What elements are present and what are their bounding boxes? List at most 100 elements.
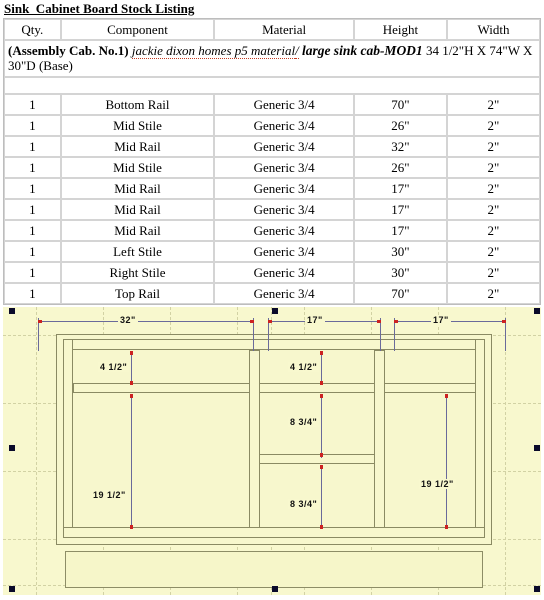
cell-material[interactable]: Generic 3/4 xyxy=(214,283,354,304)
cell-qty[interactable]: 1 xyxy=(4,241,61,262)
toe-kick-board[interactable] xyxy=(65,551,483,588)
table-row[interactable]: 1 Top Rail Generic 3/4 70" 2" xyxy=(4,283,540,304)
cell-material[interactable]: Generic 3/4 xyxy=(214,262,354,283)
cell-qty[interactable]: 1 xyxy=(4,94,61,115)
cell-width[interactable]: 2" xyxy=(446,94,540,115)
cell-component[interactable]: Right Stile xyxy=(60,262,215,283)
right-stile[interactable] xyxy=(475,339,485,538)
cell-component[interactable]: Mid Rail xyxy=(60,199,215,220)
spacer-row xyxy=(4,77,540,94)
table-row[interactable]: 1 Mid Stile Generic 3/4 26" 2" xyxy=(4,115,540,136)
cell-qty[interactable]: 1 xyxy=(4,157,61,178)
cell-width[interactable]: 2" xyxy=(446,220,540,241)
dim-endpoint xyxy=(130,394,133,398)
mid-rail-middle-upper[interactable] xyxy=(259,383,375,393)
assembly-label: (Assembly Cab. No.1) xyxy=(8,43,129,58)
cell-qty[interactable]: 1 xyxy=(4,220,61,241)
cell-height[interactable]: 70" xyxy=(353,94,447,115)
selection-handle-middle-left[interactable] xyxy=(9,445,15,451)
cell-height[interactable]: 30" xyxy=(353,262,447,283)
top-rail[interactable] xyxy=(63,339,485,350)
cell-material[interactable]: Generic 3/4 xyxy=(214,157,354,178)
selection-handle-top-right[interactable] xyxy=(534,308,540,314)
mid-rail-middle-center[interactable] xyxy=(259,454,375,464)
board-stock-table: Qty. Component Material Height Width (As… xyxy=(3,18,541,305)
left-stile[interactable] xyxy=(63,339,73,538)
dim-endpoint xyxy=(445,394,448,398)
cell-height[interactable]: 17" xyxy=(353,220,447,241)
selection-handle-top-left[interactable] xyxy=(9,308,15,314)
bottom-rail[interactable] xyxy=(63,527,485,538)
table-row[interactable]: 1 Mid Rail Generic 3/4 17" 2" xyxy=(4,220,540,241)
cell-width[interactable]: 2" xyxy=(446,262,540,283)
selection-handle-bottom-left[interactable] xyxy=(9,586,15,592)
table-row[interactable]: 1 Mid Rail Generic 3/4 17" 2" xyxy=(4,199,540,220)
column-header-material[interactable]: Material xyxy=(214,19,354,40)
cell-component[interactable]: Left Stile xyxy=(60,241,215,262)
dim-endpoint xyxy=(250,320,254,323)
dimension-middle-upper: 4 1/2" xyxy=(288,362,320,372)
cell-height[interactable]: 70" xyxy=(353,283,447,304)
selection-handle-bottom-center[interactable] xyxy=(272,586,278,592)
cell-height[interactable]: 26" xyxy=(353,115,447,136)
cell-width[interactable]: 2" xyxy=(446,136,540,157)
cell-component[interactable]: Bottom Rail xyxy=(60,94,215,115)
cell-material[interactable]: Generic 3/4 xyxy=(214,241,354,262)
cell-qty[interactable]: 1 xyxy=(4,283,61,304)
table-row[interactable]: 1 Right Stile Generic 3/4 30" 2" xyxy=(4,262,540,283)
dim-endpoint xyxy=(130,381,133,385)
table-row[interactable]: 1 Bottom Rail Generic 3/4 70" 2" xyxy=(4,94,540,115)
cell-component[interactable]: Mid Rail xyxy=(60,220,215,241)
cell-qty[interactable]: 1 xyxy=(4,136,61,157)
assembly-type: (Base) xyxy=(38,58,73,73)
assembly-header-row: (Assembly Cab. No.1) jackie dixon homes … xyxy=(4,40,540,77)
cell-material[interactable]: Generic 3/4 xyxy=(214,178,354,199)
dim-line-middle-8three4-upper xyxy=(321,394,322,458)
column-header-component[interactable]: Component xyxy=(60,19,215,40)
dimension-middle-lower: 8 3/4" xyxy=(288,499,320,509)
cell-height[interactable]: 17" xyxy=(353,199,447,220)
cell-component[interactable]: Mid Stile xyxy=(60,115,215,136)
cell-component[interactable]: Mid Rail xyxy=(60,136,215,157)
cell-qty[interactable]: 1 xyxy=(4,262,61,283)
cabinet-drawing-canvas[interactable]: 32" 17" 17" 4 1/2" 4 1/2" 8 3/4" 8 3/4" … xyxy=(3,307,541,595)
cell-width[interactable]: 2" xyxy=(446,199,540,220)
cell-material[interactable]: Generic 3/4 xyxy=(214,136,354,157)
cell-material[interactable]: Generic 3/4 xyxy=(214,115,354,136)
mid-stile-1[interactable] xyxy=(249,350,260,528)
table-row[interactable]: 1 Mid Rail Generic 3/4 17" 2" xyxy=(4,178,540,199)
cell-component[interactable]: Mid Rail xyxy=(60,178,215,199)
cell-qty[interactable]: 1 xyxy=(4,115,61,136)
selection-handle-middle-right[interactable] xyxy=(534,445,540,451)
cell-component[interactable]: Mid Stile xyxy=(60,157,215,178)
cell-width[interactable]: 2" xyxy=(446,157,540,178)
cell-width[interactable]: 2" xyxy=(446,241,540,262)
dimension-middle-center: 8 3/4" xyxy=(288,417,320,427)
cell-width[interactable]: 2" xyxy=(446,178,540,199)
cell-height[interactable]: 30" xyxy=(353,241,447,262)
column-header-width[interactable]: Width xyxy=(446,19,540,40)
selection-handle-bottom-right[interactable] xyxy=(534,586,540,592)
table-row[interactable]: 1 Mid Stile Generic 3/4 26" 2" xyxy=(4,157,540,178)
cell-qty[interactable]: 1 xyxy=(4,199,61,220)
column-header-qty[interactable]: Qty. xyxy=(4,19,61,40)
table-row[interactable]: 1 Mid Rail Generic 3/4 32" 2" xyxy=(4,136,540,157)
cell-material[interactable]: Generic 3/4 xyxy=(214,220,354,241)
mid-rail-right-bay[interactable] xyxy=(384,383,476,393)
cell-material[interactable]: Generic 3/4 xyxy=(214,199,354,220)
dim-line-middle-4half xyxy=(321,351,322,385)
cell-width[interactable]: 2" xyxy=(446,283,540,304)
cell-height[interactable]: 26" xyxy=(353,157,447,178)
cell-height[interactable]: 17" xyxy=(353,178,447,199)
cell-height[interactable]: 32" xyxy=(353,136,447,157)
column-header-height[interactable]: Height xyxy=(353,19,447,40)
mid-rail-left-bay[interactable] xyxy=(73,383,250,393)
cell-qty[interactable]: 1 xyxy=(4,178,61,199)
cell-width[interactable]: 2" xyxy=(446,115,540,136)
cell-material[interactable]: Generic 3/4 xyxy=(214,94,354,115)
cell-component[interactable]: Top Rail xyxy=(60,283,215,304)
table-row[interactable]: 1 Left Stile Generic 3/4 30" 2" xyxy=(4,241,540,262)
selection-handle-top-center[interactable] xyxy=(272,308,278,314)
mid-stile-2[interactable] xyxy=(374,350,385,528)
dim-endpoint xyxy=(130,525,133,529)
